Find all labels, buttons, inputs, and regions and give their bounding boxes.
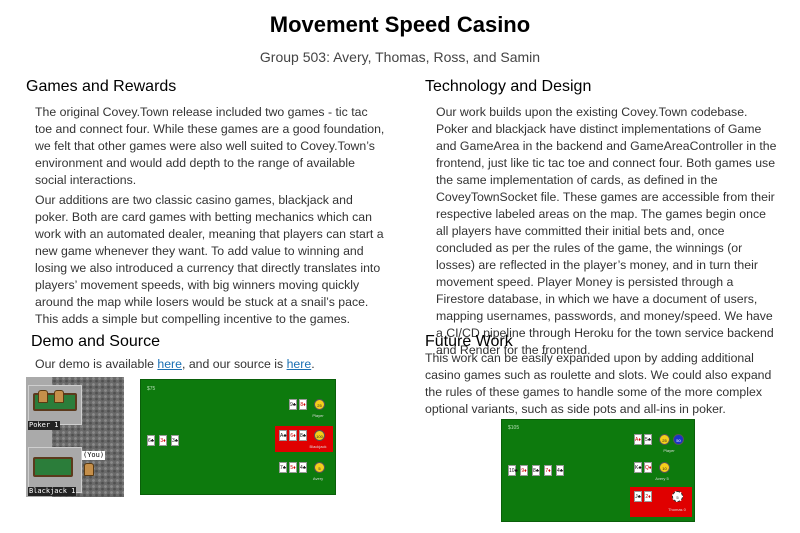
player-card: 5♣ bbox=[644, 434, 652, 445]
player-card: K♣ bbox=[634, 462, 642, 473]
you-label: (You) bbox=[82, 451, 106, 460]
demo-source-text: Our demo is available here, and our sour… bbox=[35, 356, 395, 373]
player-avatar bbox=[54, 390, 64, 403]
blackjack-money: $75 bbox=[147, 386, 156, 392]
player-card: A♦ bbox=[634, 434, 642, 445]
seat-name: Blackjack bbox=[309, 444, 327, 449]
demo-text-middle: , and our source is bbox=[181, 357, 287, 371]
your-avatar bbox=[84, 463, 94, 476]
demo-text-before: Our demo is available bbox=[35, 357, 158, 371]
player-card: 2♦ bbox=[644, 491, 652, 502]
player-card: 8♦ bbox=[299, 399, 307, 410]
covey-map-image: Poker 1 (You) Blackjack 1 bbox=[26, 377, 124, 497]
player-card: 4♣ bbox=[299, 462, 307, 473]
demo-link[interactable]: here bbox=[157, 357, 182, 371]
player-card: A♣ bbox=[279, 430, 287, 441]
bet-chip: 25 bbox=[314, 399, 325, 410]
bet-chip: 10 bbox=[659, 462, 670, 473]
poker-area-label: Poker 1 bbox=[28, 421, 60, 430]
page-title: Movement Speed Casino bbox=[269, 12, 531, 37]
community-card: 4♣ bbox=[556, 465, 564, 476]
games-rewards-paragraph-1: The original Covey.Town release included… bbox=[35, 105, 385, 187]
bet-chip: 100 bbox=[314, 430, 325, 441]
community-card: 7♦ bbox=[544, 465, 552, 476]
player-card: Q♦ bbox=[644, 462, 652, 473]
bet-chip: 25 bbox=[659, 434, 670, 445]
dealer-card: 3♣ bbox=[171, 435, 179, 446]
seat-name: Thomas 0 bbox=[668, 507, 686, 512]
community-card: 10♣ bbox=[508, 465, 518, 476]
tech-design-paragraph: Our work builds upon the existing Covey.… bbox=[436, 105, 777, 357]
player-card: 8♣ bbox=[299, 430, 307, 441]
bet-chip: 50 bbox=[673, 434, 684, 445]
bet-chip: 5 bbox=[314, 462, 325, 473]
games-rewards-paragraph-2: Our additions are two classic casino gam… bbox=[35, 193, 384, 326]
community-card: 9♦ bbox=[520, 465, 528, 476]
player-card: 5♦ bbox=[289, 462, 297, 473]
player-card: 7♣ bbox=[279, 462, 287, 473]
blackjack-board: $75 6♣ 3♦ 3♣ 9♣ 8♦ 25 Player A♣ 6♦ 8♣ 10… bbox=[140, 379, 336, 495]
demo-source-heading: Demo and Source bbox=[31, 333, 160, 350]
poker-board: $105 10♣ 9♦ 8♣ 7♦ 4♣ A♦ 5♣ 25 50 Player … bbox=[501, 419, 695, 522]
tech-design-heading: Technology and Design bbox=[425, 78, 592, 95]
player-avatar bbox=[38, 390, 48, 403]
player-card: 9♣ bbox=[289, 399, 297, 410]
dealer-card: 6♣ bbox=[147, 435, 155, 446]
future-work-heading: Future Work bbox=[425, 333, 513, 350]
player-card: 6♦ bbox=[289, 430, 297, 441]
bet-chip: 5 bbox=[672, 491, 683, 502]
seat-name: Player bbox=[663, 448, 675, 453]
future-work-paragraph: This work can be easily expanded upon by… bbox=[425, 351, 772, 416]
source-link[interactable]: here bbox=[287, 357, 312, 371]
blackjack-area-label: Blackjack 1 bbox=[28, 487, 77, 496]
seat-name: Player bbox=[312, 413, 324, 418]
dealer-card: 3♦ bbox=[159, 435, 167, 446]
demo-text-after: . bbox=[311, 357, 315, 371]
seat-name: Avery bbox=[312, 476, 324, 481]
page-subtitle: Group 503: Avery, Thomas, Ross, and Sami… bbox=[259, 49, 541, 65]
player-card: J♣ bbox=[634, 491, 642, 502]
games-rewards-heading: Games and Rewards bbox=[26, 78, 177, 95]
blackjack-table bbox=[33, 457, 73, 477]
seat-name: Avery 5 bbox=[655, 476, 669, 481]
community-card: 8♣ bbox=[532, 465, 540, 476]
poker-money: $105 bbox=[508, 425, 520, 431]
